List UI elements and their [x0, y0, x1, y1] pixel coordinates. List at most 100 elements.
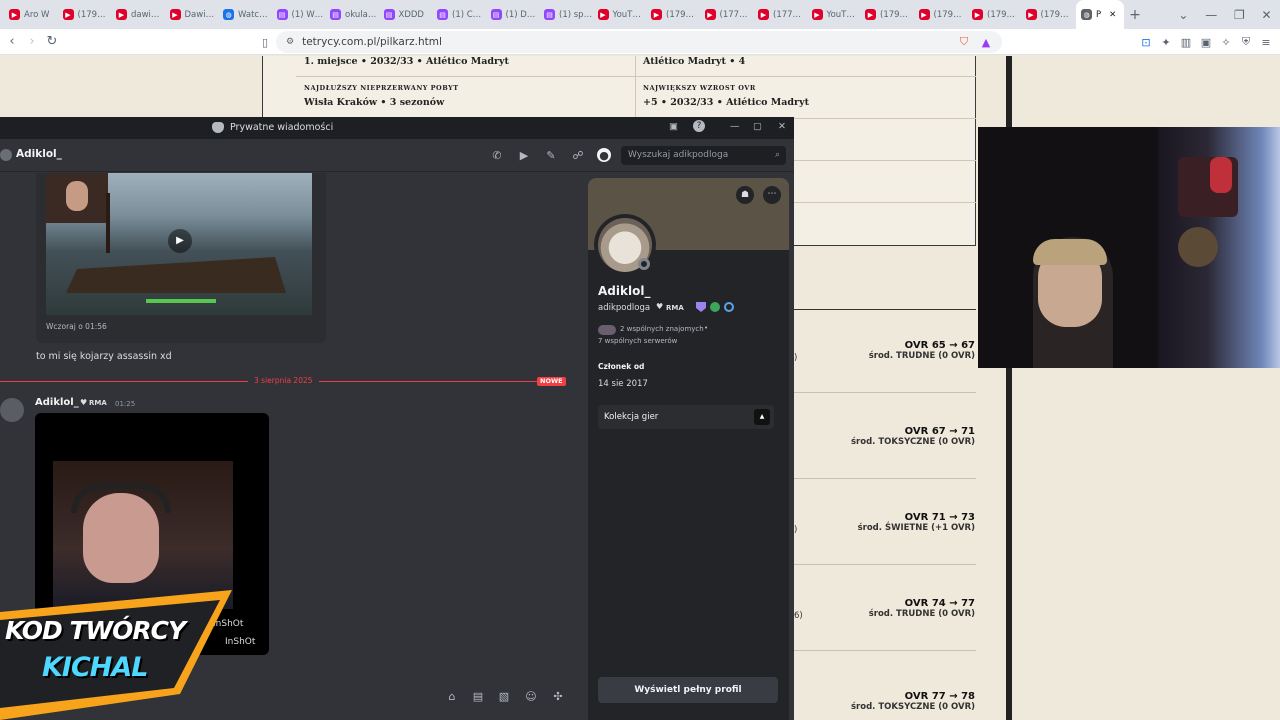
- tab-3[interactable]: ▶ Dawi…: [165, 0, 219, 29]
- tab-10[interactable]: ▤ (1) sp…: [539, 0, 593, 29]
- nitro-badge-icon: [696, 302, 706, 312]
- sidebar-icon[interactable]: ▥: [1178, 34, 1194, 50]
- ovr-change: OVR 71 → 73: [904, 512, 975, 523]
- environment: środ. ŚWIETNE (+1 OVR): [857, 523, 975, 533]
- user-profile-icon[interactable]: ●: [597, 148, 611, 162]
- mutual-servers[interactable]: 7 wspólnych serwerów: [598, 337, 677, 345]
- tab-12[interactable]: ▶ (179…: [646, 0, 700, 29]
- tab-label: (179…: [880, 9, 909, 20]
- game-collection[interactable]: Kolekcja gier ▲: [598, 405, 774, 429]
- play-icon[interactable]: ▶: [168, 229, 192, 253]
- emoji-icon[interactable]: ☺: [524, 689, 538, 703]
- dm-user-icon: [0, 149, 12, 161]
- minimize-icon[interactable]: —: [1205, 8, 1217, 22]
- forward-icon[interactable]: ›: [22, 34, 42, 49]
- reload-icon[interactable]: ↻: [42, 34, 62, 49]
- pin-icon[interactable]: ✎: [544, 148, 558, 162]
- gift-icon[interactable]: ⌂: [445, 689, 459, 703]
- tab-13[interactable]: ▶ (177…: [700, 0, 754, 29]
- game-icon: ▲: [754, 409, 770, 425]
- row-divider: [794, 392, 976, 393]
- bookmark-icon[interactable]: ▯: [257, 34, 273, 50]
- tab-label: (179…: [1040, 9, 1069, 20]
- maximize-icon[interactable]: ▢: [753, 121, 762, 132]
- tab-17[interactable]: ▶ (179…: [914, 0, 968, 29]
- mutual-friends[interactable]: 2 wspólnych znajomych: [620, 325, 704, 333]
- address-bar[interactable]: ⚙ tetrycy.com.pl/pilkarz.html: [276, 31, 1002, 53]
- profile-tag: RMA: [666, 304, 684, 312]
- tab-4[interactable]: ◍ Watc…: [218, 0, 272, 29]
- author-tag: RMA: [89, 399, 107, 407]
- restore-icon[interactable]: ❐: [1234, 8, 1245, 22]
- wallet-icon[interactable]: ▣: [1198, 34, 1214, 50]
- tab-label: (1) sp…: [559, 9, 593, 20]
- sticker-icon[interactable]: ▧: [497, 689, 511, 703]
- close-icon[interactable]: ✕: [778, 121, 786, 132]
- video-timestamp: Wczoraj o 01:56: [46, 322, 107, 331]
- new-tab-icon[interactable]: +: [1124, 7, 1146, 23]
- profile-action-icon[interactable]: ☗: [736, 186, 754, 204]
- season-left-stub: ): [794, 525, 798, 535]
- youtube-icon: ▶: [758, 9, 769, 20]
- tab-5[interactable]: ▤ (1) W…: [272, 0, 326, 29]
- creator-code-banner: KOD TWÓRCY KICHAL: [0, 590, 240, 720]
- stat-longest-stay: Wisła Kraków • 3 sezonów: [304, 97, 445, 108]
- back-icon[interactable]: ‹: [2, 34, 22, 49]
- environment: środ. TRUDNE (0 OVR): [868, 609, 975, 619]
- stat-record-position: 1. miejsce • 2032/33 • Atlético Madryt: [304, 56, 509, 67]
- vpn-icon[interactable]: ⛨: [1238, 34, 1254, 50]
- season-row: OVR 74 → 77 środ. TRUDNE (0 OVR): [869, 598, 975, 619]
- video-call-icon[interactable]: ▶: [517, 148, 531, 162]
- message-time: 01:25: [115, 400, 136, 408]
- tab-9[interactable]: ▤ (1) D…: [486, 0, 540, 29]
- view-full-profile-button[interactable]: Wyświetl pełny profil: [598, 677, 778, 703]
- translate-icon[interactable]: ⊡: [1138, 34, 1154, 50]
- tab-active[interactable]: ◍ P ✕: [1076, 0, 1124, 29]
- tab-1[interactable]: ▶ (179…: [58, 0, 112, 29]
- close-window-icon[interactable]: ✕: [1262, 8, 1272, 22]
- message-author[interactable]: Adiklol_: [35, 397, 79, 408]
- dm-search-input[interactable]: Wyszukaj adikpodloga ⌕: [621, 146, 786, 165]
- tab-8[interactable]: ▤ (1) C…: [432, 0, 486, 29]
- tab-label: (179…: [987, 9, 1016, 20]
- video-thumbnail[interactable]: ▶: [46, 173, 312, 315]
- voice-call-icon[interactable]: ✆: [490, 148, 504, 162]
- boost-badge-icon: [724, 302, 734, 312]
- minimize-icon[interactable]: —: [730, 121, 740, 132]
- menu-icon[interactable]: ≡: [1258, 34, 1274, 50]
- stat-longest-stay-caption: NAJDŁUŻSZY NIEPRZERWANY POBYT: [304, 84, 459, 92]
- tab-6[interactable]: ▤ okula…: [325, 0, 379, 29]
- tab-16[interactable]: ▶ (179…: [860, 0, 914, 29]
- date-divider-label: 3 sierpnia 2025: [248, 376, 319, 385]
- tab-label: XDDD: [398, 9, 424, 20]
- close-tab-icon[interactable]: ✕: [1109, 10, 1116, 20]
- avatar[interactable]: [0, 398, 24, 422]
- member-since-date: 14 sie 2017: [598, 379, 648, 389]
- more-options-icon[interactable]: ⋯: [763, 186, 781, 204]
- heart-icon: ♥: [80, 398, 88, 407]
- tab-search-icon[interactable]: ⌄: [1178, 8, 1188, 22]
- tab-7[interactable]: ▤ XDDD: [379, 0, 433, 29]
- dm-username[interactable]: Adiklol_: [16, 148, 62, 160]
- tab-14[interactable]: ▶ (177…: [753, 0, 807, 29]
- tab-0[interactable]: ▶ Aro W: [4, 0, 58, 29]
- ovr-change: OVR 65 → 67: [904, 340, 975, 351]
- tab-19[interactable]: ▶ (179…: [1021, 0, 1075, 29]
- leo-ai-icon[interactable]: ✧: [1218, 34, 1234, 50]
- help-icon[interactable]: ?: [693, 120, 705, 132]
- window-title: Prywatne wiadomości: [230, 122, 334, 133]
- youtube-icon: ▶: [116, 9, 127, 20]
- youtube-icon: ▶: [62, 9, 74, 20]
- tab-18[interactable]: ▶ (179…: [967, 0, 1021, 29]
- brave-shield-icon[interactable]: ⛉: [956, 34, 972, 50]
- tab-11[interactable]: ▶ YouT…: [593, 0, 647, 29]
- tab-2[interactable]: ▶ dawi…: [111, 0, 165, 29]
- gif-icon[interactable]: ▤: [471, 689, 485, 703]
- apps-icon[interactable]: ✣: [551, 689, 565, 703]
- brave-rewards-icon[interactable]: ▲: [978, 34, 994, 50]
- tab-15[interactable]: ▶ YouT…: [807, 0, 861, 29]
- extensions-icon[interactable]: ✦: [1158, 34, 1174, 50]
- inbox-icon[interactable]: ▣: [669, 121, 678, 132]
- site-info-icon[interactable]: ⚙: [286, 37, 294, 47]
- add-friends-icon[interactable]: ☍: [571, 148, 585, 162]
